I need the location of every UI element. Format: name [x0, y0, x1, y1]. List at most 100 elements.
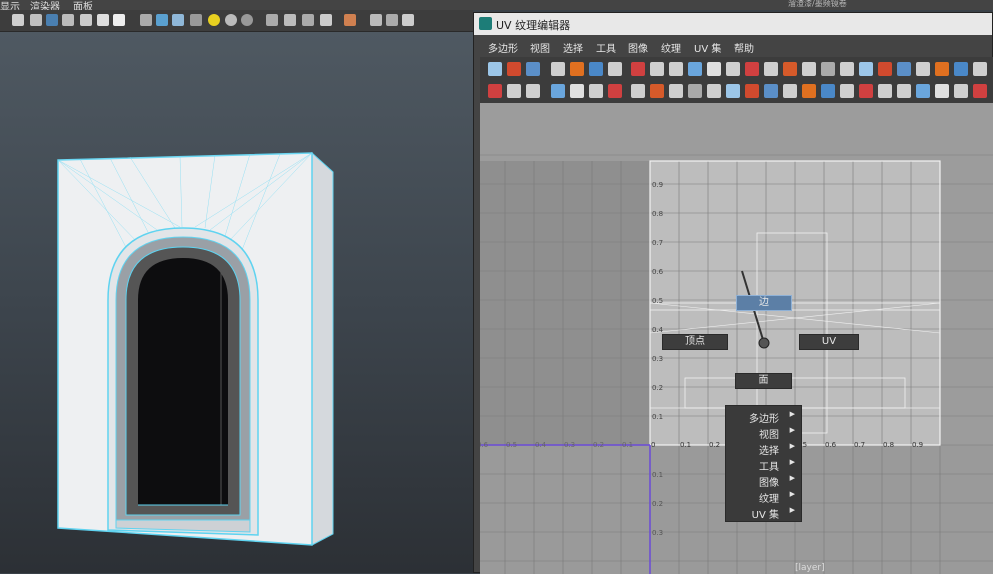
xray-icon[interactable] [80, 14, 92, 26]
uv-tool-icon[interactable] [570, 84, 584, 98]
uv-tool-icon[interactable] [608, 62, 622, 76]
menu-help[interactable]: 帮助 [734, 40, 754, 55]
sphere-dark-icon[interactable] [241, 14, 253, 26]
submenu-item[interactable]: UV 集 ▶ [726, 504, 801, 521]
uv-tool-icon[interactable] [507, 84, 521, 98]
uv-tool-icon[interactable] [669, 84, 683, 98]
marking-menu-face[interactable]: 面 [735, 373, 792, 389]
uv-tool-icon[interactable] [840, 84, 854, 98]
uv-tool-icon[interactable] [726, 62, 740, 76]
uv-tool-icon[interactable] [821, 62, 835, 76]
cube-icon[interactable] [140, 14, 152, 26]
sphere-icon[interactable] [225, 14, 237, 26]
submenu-item[interactable]: 图像 ▶ [726, 472, 801, 489]
uv-tool-icon[interactable] [707, 84, 721, 98]
menu-image[interactable]: 图像 [628, 40, 648, 55]
dome-icon[interactable] [320, 14, 332, 26]
marking-menu-uv[interactable]: UV [799, 334, 859, 350]
uv-y-tick-label: 0.4 [652, 326, 664, 334]
uv-tool-icon[interactable] [878, 84, 892, 98]
person-icon[interactable] [266, 14, 278, 26]
main-menubar: 显示 渲染器 面板 溜渣漆/墨频镜卷 [0, 0, 993, 13]
cube-blue-icon[interactable] [156, 14, 168, 26]
uv-tool-icon[interactable] [488, 84, 502, 98]
uv-tool-icon[interactable] [859, 62, 873, 76]
uv-tool-icon[interactable] [726, 84, 740, 98]
wireframe-icon[interactable] [12, 14, 24, 26]
frame-icon[interactable] [386, 14, 398, 26]
light-bulb-icon[interactable] [208, 14, 220, 26]
uv-tool-icon[interactable] [631, 62, 645, 76]
uv-tool-icon[interactable] [821, 84, 835, 98]
uv-tool-icon[interactable] [745, 62, 759, 76]
uv-tool-icon[interactable] [840, 62, 854, 76]
smooth-shade-icon[interactable] [30, 14, 42, 26]
uv-tool-icon[interactable] [526, 84, 540, 98]
uv-tool-icon[interactable] [802, 84, 816, 98]
uv-tool-icon[interactable] [783, 84, 797, 98]
submenu-item[interactable]: 纹理 ▶ [726, 488, 801, 505]
marking-menu-edge[interactable]: 边 [736, 295, 792, 311]
cube-grid-icon[interactable] [172, 14, 184, 26]
uv-tool-icon[interactable] [935, 84, 949, 98]
uv-neg-x-tick-label: 0.1 [622, 441, 633, 449]
menu-texture[interactable]: 纹理 [661, 40, 681, 55]
uv-tool-icon[interactable] [551, 62, 565, 76]
marking-menu-submenu: 多边形 ▶ 视图 ▶ 选择 ▶ 工具 ▶ 图像 ▶ 纹理 ▶ UV 集 ▶ [725, 405, 802, 522]
uv-tool-icon[interactable] [916, 84, 930, 98]
submenu-item[interactable]: 工具 ▶ [726, 456, 801, 473]
disc-2-icon[interactable] [302, 14, 314, 26]
submenu-item[interactable]: 多边形 ▶ [726, 408, 801, 425]
uv-tool-icon[interactable] [878, 62, 892, 76]
uv-tool-icon[interactable] [507, 62, 521, 76]
uv-tool-icon[interactable] [954, 62, 968, 76]
menu-uv-sets[interactable]: UV 集 [694, 40, 721, 55]
uv-tool-icon[interactable] [570, 62, 584, 76]
uv-tool-icon[interactable] [973, 84, 987, 98]
uv-tool-icon[interactable] [973, 62, 987, 76]
uv-tool-icon[interactable] [488, 62, 502, 76]
perspective-viewport[interactable] [0, 32, 473, 573]
uv-neg-x-tick-label: 0.4 [535, 441, 547, 449]
text-icon[interactable] [113, 14, 125, 26]
uv-tool-icon[interactable] [783, 62, 797, 76]
uv-tool-icon[interactable] [526, 62, 540, 76]
disc-icon[interactable] [284, 14, 296, 26]
uv-tool-icon[interactable] [764, 62, 778, 76]
uv-tool-icon[interactable] [551, 84, 565, 98]
uv-tool-icon[interactable] [589, 62, 603, 76]
shade-icon[interactable] [46, 14, 58, 26]
menu-view[interactable]: 视图 [530, 40, 550, 55]
uv-tool-icon[interactable] [608, 84, 622, 98]
checker-icon[interactable] [190, 14, 202, 26]
camera-icon[interactable] [370, 14, 382, 26]
uv-tool-icon[interactable] [916, 62, 930, 76]
uv-tool-icon[interactable] [802, 62, 816, 76]
uv-tool-icon[interactable] [745, 84, 759, 98]
uv-tool-icon[interactable] [707, 62, 721, 76]
lights-icon[interactable] [97, 14, 109, 26]
uv-tool-icon[interactable] [650, 84, 664, 98]
uv-tool-icon[interactable] [897, 84, 911, 98]
submenu-item[interactable]: 选择 ▶ [726, 440, 801, 457]
share-icon[interactable] [402, 14, 414, 26]
submenu-item[interactable]: 视图 ▶ [726, 424, 801, 441]
uv-tool-icon[interactable] [688, 62, 702, 76]
marking-menu-vertex[interactable]: 顶点 [662, 334, 728, 350]
menu-select[interactable]: 选择 [563, 40, 583, 55]
uv-tool-icon[interactable] [897, 62, 911, 76]
texture-icon[interactable] [62, 14, 74, 26]
uv-tool-icon[interactable] [935, 62, 949, 76]
uv-tool-icon[interactable] [669, 62, 683, 76]
uv-editor-titlebar[interactable]: UV 纹理编辑器 [474, 13, 992, 35]
uv-tool-icon[interactable] [859, 84, 873, 98]
uv-tool-icon[interactable] [688, 84, 702, 98]
menu-polygons[interactable]: 多边形 [488, 40, 518, 55]
uv-tool-icon[interactable] [589, 84, 603, 98]
menu-tool[interactable]: 工具 [596, 40, 616, 55]
uv-tool-icon[interactable] [650, 62, 664, 76]
select-icon[interactable] [344, 14, 356, 26]
uv-tool-icon[interactable] [764, 84, 778, 98]
uv-tool-icon[interactable] [631, 84, 645, 98]
uv-tool-icon[interactable] [954, 84, 968, 98]
